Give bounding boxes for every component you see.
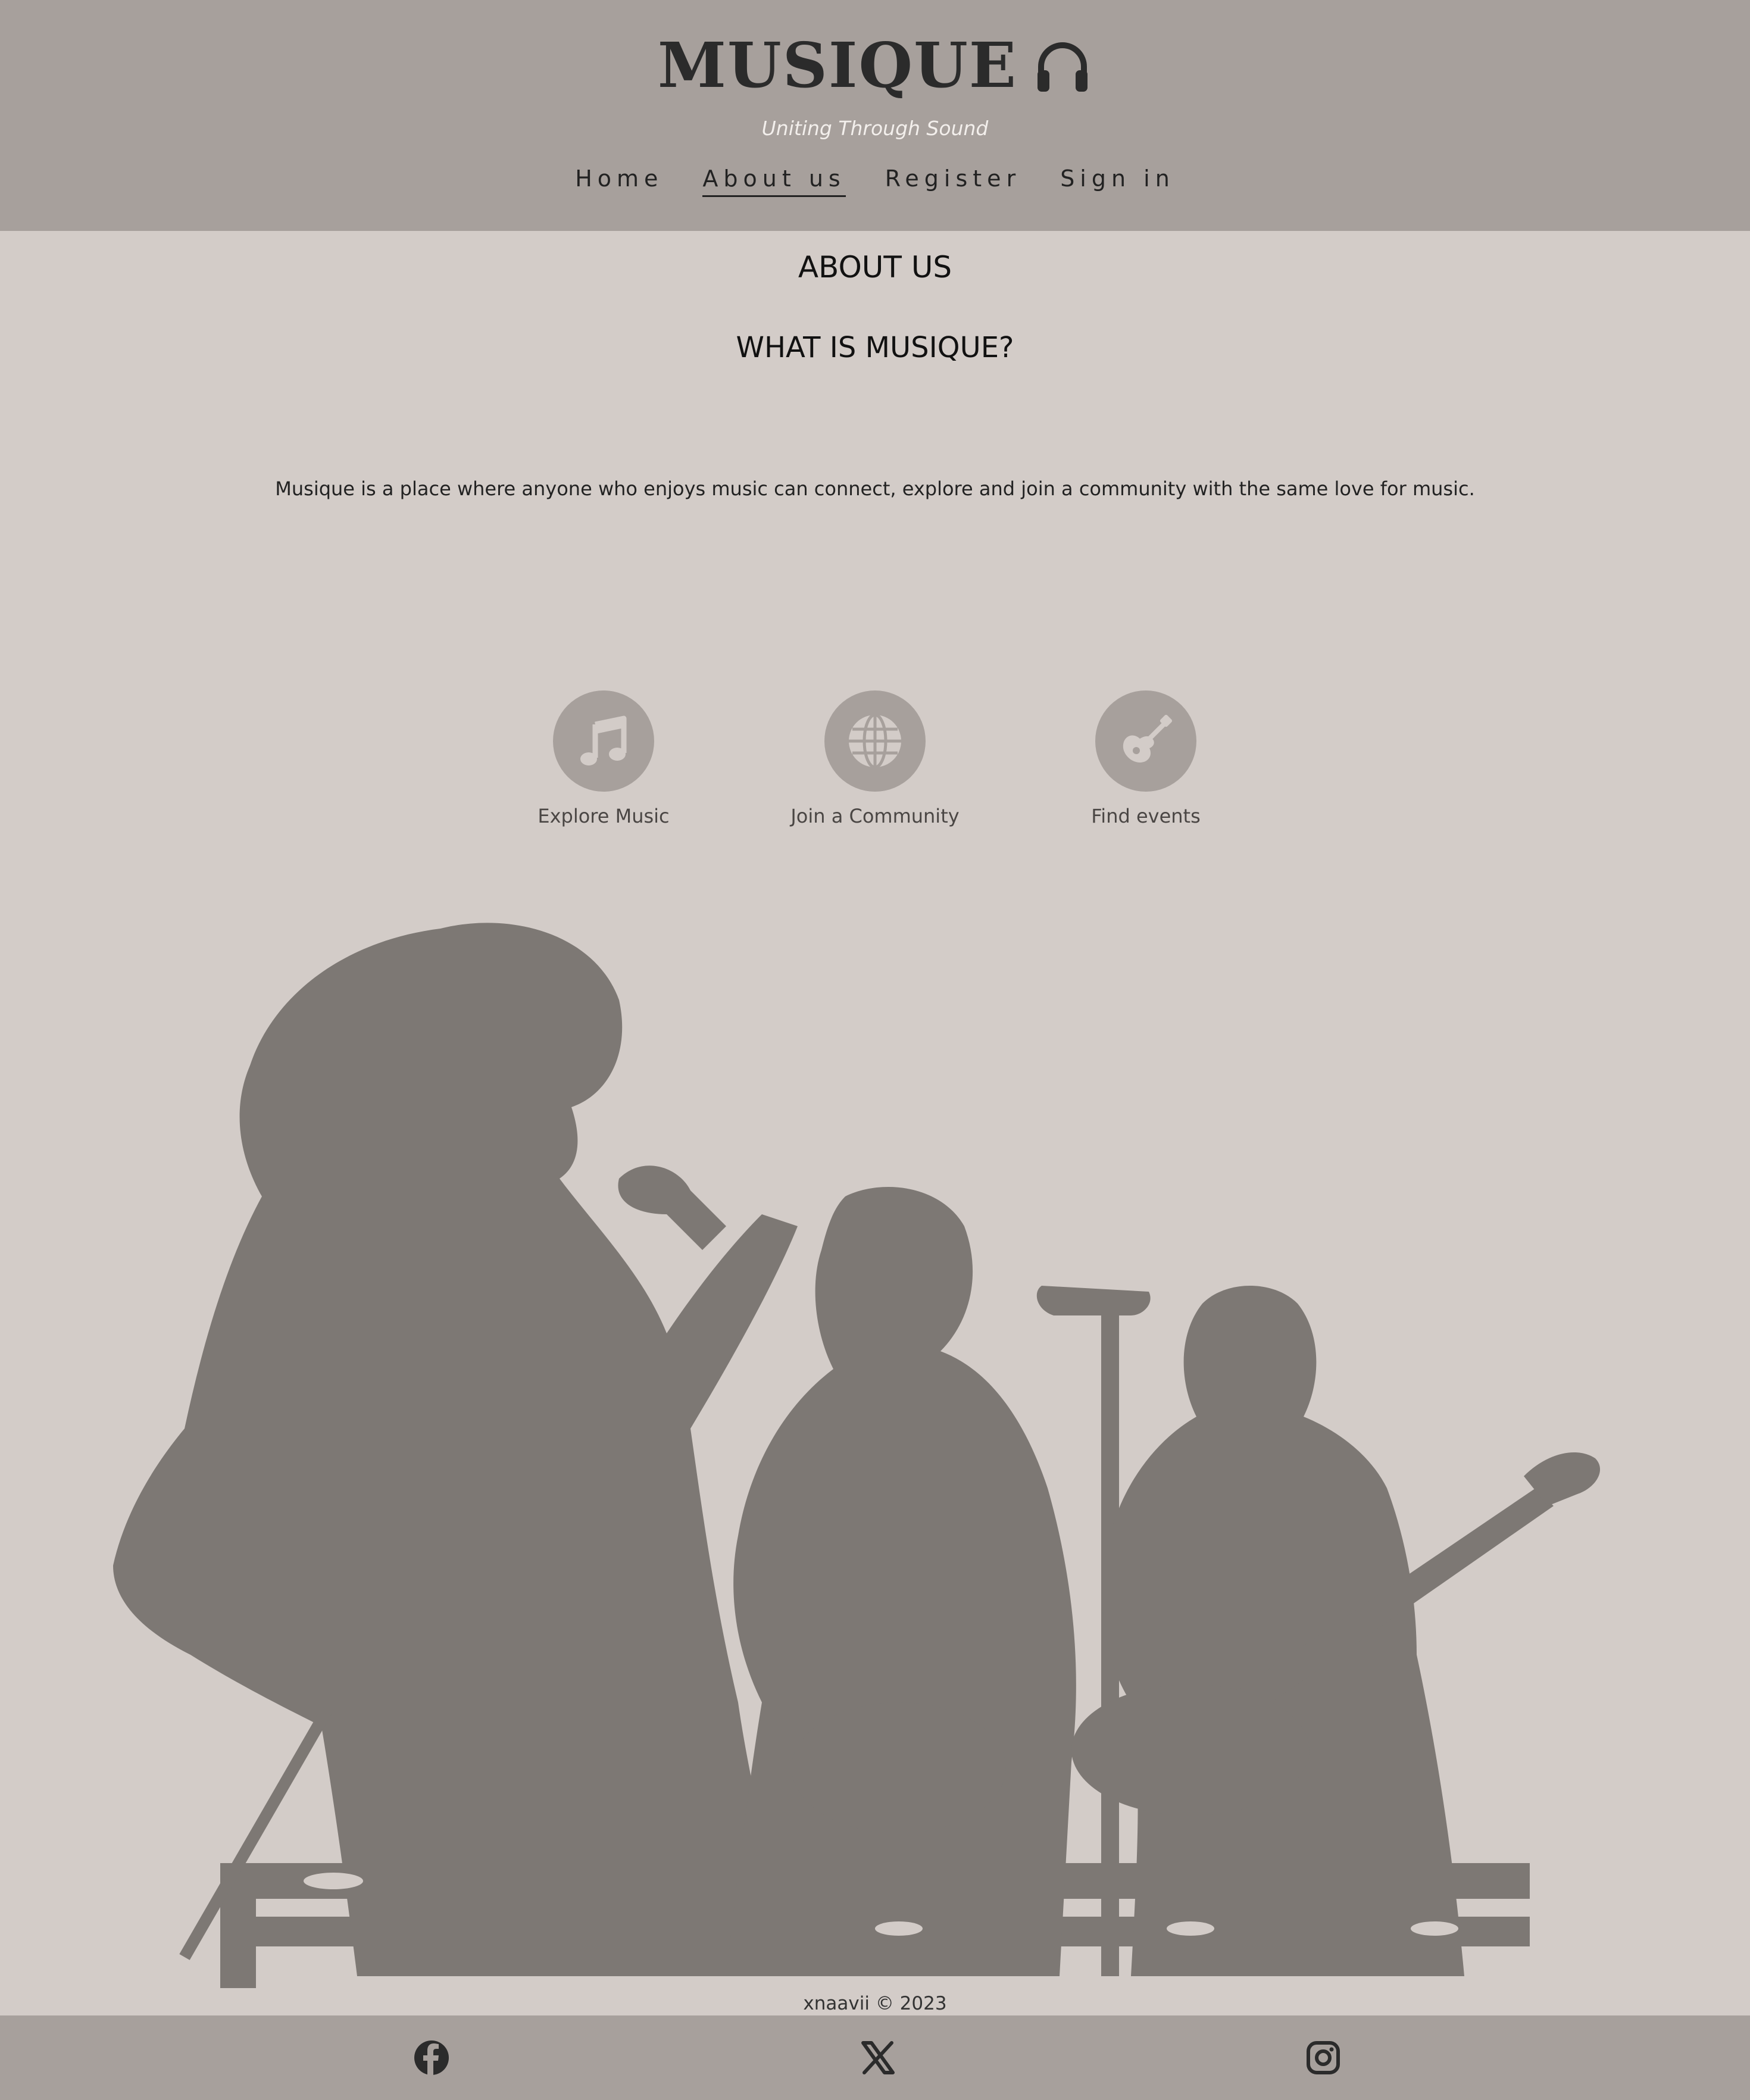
- band-illustration: [113, 923, 1601, 1988]
- feature-label: Find events: [1091, 805, 1201, 827]
- brand[interactable]: MUSIQUE: [0, 24, 1750, 107]
- guitarist-figure: [1102, 1286, 1464, 1976]
- nav-register[interactable]: Register: [885, 165, 1021, 197]
- x-icon: [861, 2041, 895, 2074]
- feature-icon-circle[interactable]: [553, 690, 654, 792]
- intro-text: Musique is a place where anyone who enjo…: [275, 477, 1475, 500]
- singer-figure: [113, 923, 798, 1976]
- headphones-icon: [1038, 42, 1088, 92]
- main-nav: Home About us Register Sign in: [0, 165, 1750, 197]
- instagram-icon: [1307, 2041, 1340, 2074]
- feature-icon-circle[interactable]: [1095, 690, 1196, 792]
- section-title: WHAT IS MUSIQUE?: [736, 331, 1014, 364]
- globe-icon: [849, 713, 901, 769]
- feature-explore-music[interactable]: Explore Music: [514, 690, 693, 827]
- tagline: Uniting Through Sound: [761, 117, 989, 140]
- guitar-icon: [1123, 714, 1173, 762]
- x-link[interactable]: [857, 2037, 899, 2079]
- feature-label: Join a Community: [790, 805, 960, 827]
- site-header: MUSIQUE Uniting Through Sound Home About…: [0, 0, 1750, 231]
- site-footer: [0, 2015, 1750, 2100]
- feature-label: Explore Music: [538, 805, 670, 827]
- facebook-icon: [414, 2040, 449, 2075]
- page-title: ABOUT US: [798, 250, 952, 285]
- facebook-link[interactable]: [411, 2037, 452, 2079]
- middle-musician-figure: [726, 1187, 1076, 1976]
- nav-sign-in[interactable]: Sign in: [1060, 165, 1175, 197]
- feature-icon-circle[interactable]: [824, 690, 926, 792]
- feature-find-events[interactable]: Find events: [1057, 690, 1235, 827]
- feature-join-community[interactable]: Join a Community: [786, 690, 964, 827]
- nav-home[interactable]: Home: [575, 165, 663, 197]
- instagram-link[interactable]: [1302, 2037, 1344, 2079]
- music-note-icon: [580, 715, 627, 765]
- copyright: xnaavii © 2023: [803, 1993, 947, 2014]
- brand-name[interactable]: MUSIQUE: [658, 35, 1017, 96]
- nav-about-us[interactable]: About us: [702, 165, 846, 197]
